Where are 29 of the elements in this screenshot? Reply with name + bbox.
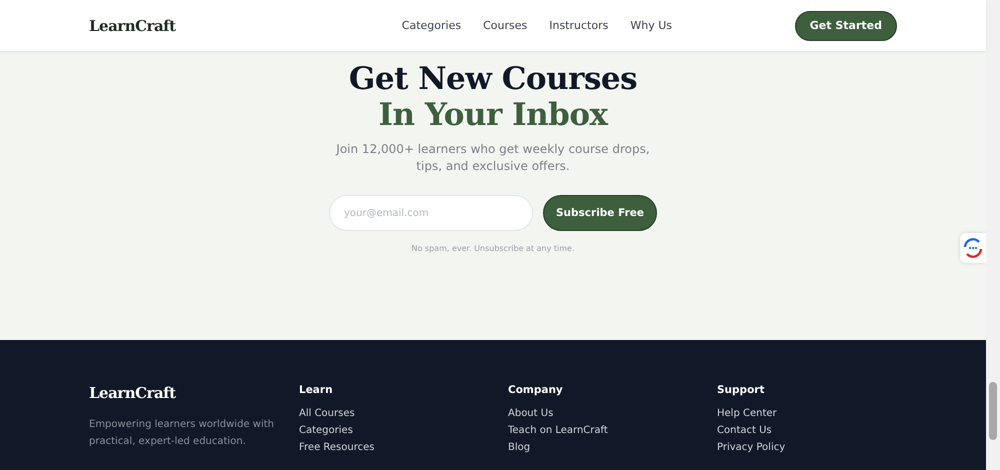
footer-heading: Company (508, 384, 564, 396)
footer-link[interactable]: About Us (508, 408, 717, 419)
footer-heading: Learn (299, 384, 334, 396)
footer-logo[interactable]: LearnCraft (89, 384, 299, 402)
footer-link[interactable]: Help Center (717, 408, 897, 419)
footer-heading: Support (717, 384, 766, 396)
footer-link[interactable]: All Courses (299, 408, 508, 419)
nav-link[interactable]: Courses (483, 19, 528, 32)
scrollbar[interactable] (986, 0, 1000, 470)
footer-link[interactable]: Privacy Policy (717, 442, 897, 453)
sync-chat-icon (961, 236, 985, 260)
hero-title: Get New Courses (348, 61, 638, 97)
footer-link[interactable]: Blog (508, 442, 717, 453)
hero-title-accent: In Your Inbox (378, 97, 608, 133)
subscribe-button[interactable]: Subscribe Free (543, 195, 657, 231)
footer-link[interactable]: Contact Us (717, 425, 897, 436)
footer-link[interactable]: Teach on LearnCraft (508, 425, 717, 436)
email-field[interactable]: your@email.com (329, 195, 533, 231)
footer-link[interactable]: Categories (299, 425, 508, 436)
nav-link[interactable]: Why Us (630, 19, 672, 32)
hero-note: No spam, ever. Unsubscribe at any time. (412, 244, 574, 253)
nav-link[interactable]: Instructors (549, 19, 608, 32)
floating-widget-button[interactable] (960, 233, 986, 263)
hero-subtitle: Join 12,000+ learners who get weekly course drops, tips, and exclusive offers. (334, 141, 651, 175)
logo[interactable]: LearnCraft (89, 16, 239, 34)
footer-tagline: Empowering learners worldwide with practical, expert-led education. (89, 418, 274, 449)
get-started-button[interactable]: Get Started (794, 10, 897, 40)
nav-link[interactable]: Categories (402, 19, 462, 32)
footer-link[interactable]: Free Resources (299, 442, 508, 453)
